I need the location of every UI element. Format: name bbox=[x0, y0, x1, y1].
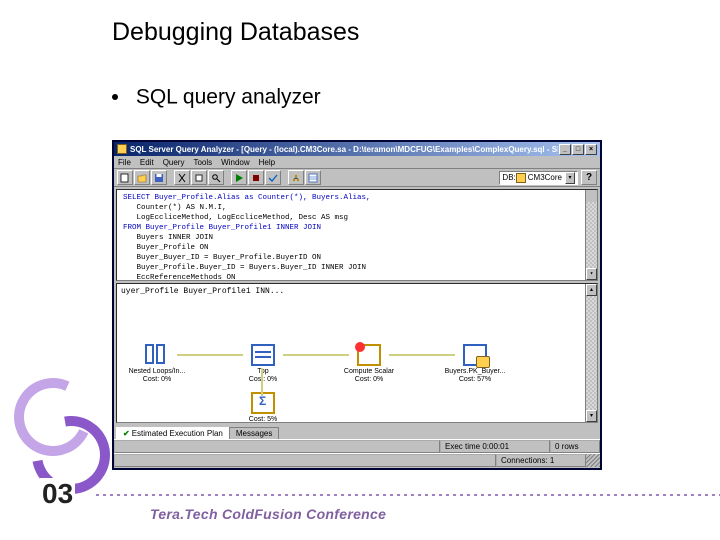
titlebar[interactable]: SQL Server Query Analyzer - [Query - (lo… bbox=[114, 142, 600, 156]
bullet-dot bbox=[112, 94, 118, 100]
table-icon bbox=[251, 344, 275, 366]
results-icon[interactable] bbox=[305, 170, 321, 185]
statusbar-2: Connections: 1 bbox=[114, 453, 600, 467]
plan-op-cost: Cost: 0% bbox=[333, 376, 405, 384]
menu-query[interactable]: Query bbox=[163, 158, 185, 167]
clear-icon[interactable] bbox=[191, 170, 207, 185]
parse-icon[interactable] bbox=[265, 170, 281, 185]
scalar-icon bbox=[357, 344, 381, 366]
plan-op-cost: Cost: 5% bbox=[227, 416, 299, 423]
status-blank2 bbox=[114, 454, 496, 467]
result-tabs: ✔Estimated Execution Plan Messages bbox=[116, 425, 598, 439]
plan-arrow bbox=[261, 368, 263, 396]
chevron-down-icon[interactable]: ▾ bbox=[565, 172, 575, 184]
menu-help[interactable]: Help bbox=[259, 158, 275, 167]
sql-line: Buyer_Buyer_ID = Buyer_Profile.BuyerID O… bbox=[123, 254, 321, 262]
sql-line: LogEccliceMethod, LogEccliceMethod, Desc… bbox=[123, 214, 348, 222]
bullet-text: SQL query analyzer bbox=[136, 85, 321, 108]
menubar: File Edit Query Tools Window Help bbox=[114, 156, 600, 169]
statusbar-1: Exec time 0:00:01 0 rows bbox=[114, 439, 600, 453]
check-icon: ✔ bbox=[123, 429, 130, 438]
slide-title: Debugging Databases bbox=[112, 18, 359, 47]
sql-line: Buyer_Profile.Buyer_ID = Buyers.Buyer_ID… bbox=[123, 264, 366, 272]
status-exec-time: Exec time 0:00:01 bbox=[440, 440, 550, 453]
seek-icon bbox=[463, 344, 487, 366]
find-icon[interactable] bbox=[208, 170, 224, 185]
plan-operator[interactable]: TopCost: 0% bbox=[227, 344, 299, 384]
sql-line: SELECT Buyer_Profile.Alias as Counter(*)… bbox=[123, 194, 371, 202]
stop-icon[interactable] bbox=[248, 170, 264, 185]
sql-editor[interactable]: SELECT Buyer_Profile.Alias as Counter(*)… bbox=[116, 189, 598, 281]
plan-header: uyer_Profile Buyer_Profile1 INN... bbox=[121, 287, 284, 296]
sql-line: EccReferenceMethods ON bbox=[123, 274, 236, 281]
slide: Debugging Databases SQL query analyzer S… bbox=[0, 0, 720, 540]
sql-line: FROM Buyer_Profile Buyer_Profile1 INNER … bbox=[123, 224, 321, 232]
status-blank bbox=[114, 440, 440, 453]
cut-icon[interactable] bbox=[174, 170, 190, 185]
logo-year: 03 bbox=[40, 478, 75, 510]
stream-icon bbox=[251, 392, 275, 414]
menu-tools[interactable]: Tools bbox=[193, 158, 212, 167]
menu-file[interactable]: File bbox=[118, 158, 131, 167]
status-connections: Connections: 1 bbox=[496, 454, 586, 467]
tab-execution-plan[interactable]: ✔Estimated Execution Plan bbox=[116, 427, 230, 439]
plan-op-cost: Cost: 0% bbox=[227, 376, 299, 384]
plan-scrollbar[interactable]: ▴ ▾ bbox=[585, 284, 597, 422]
database-select[interactable]: DB: CM3Core ▾ bbox=[499, 171, 578, 185]
sql-scrollbar[interactable]: ▴ ▾ bbox=[585, 190, 597, 280]
menu-window[interactable]: Window bbox=[221, 158, 249, 167]
app-icon bbox=[117, 144, 127, 154]
tab-messages[interactable]: Messages bbox=[229, 427, 279, 439]
tab-label: Messages bbox=[236, 429, 272, 438]
plan-op-name: Compute Scalar bbox=[333, 368, 405, 376]
resize-grip-icon[interactable] bbox=[586, 454, 600, 467]
footer-dotted-line bbox=[96, 494, 720, 496]
nested-icon bbox=[145, 344, 169, 366]
plan-icon[interactable] bbox=[288, 170, 304, 185]
sql-line: Buyers INNER JOIN bbox=[123, 234, 213, 242]
db-value: CM3Core bbox=[528, 173, 562, 182]
plan-operator[interactable]: Compute ScalarCost: 0% bbox=[333, 344, 405, 384]
plan-operator[interactable]: Cost: 5% bbox=[227, 392, 299, 423]
open-icon[interactable] bbox=[134, 170, 150, 185]
toolbar: DB: CM3Core ▾ ? bbox=[114, 169, 600, 187]
scroll-down-icon[interactable]: ▾ bbox=[586, 410, 597, 422]
status-rows: 0 rows bbox=[550, 440, 600, 453]
plan-arrow bbox=[177, 354, 243, 356]
plan-operator[interactable]: Buyers.PK_Buyer...Cost: 57% bbox=[439, 344, 511, 384]
menu-edit[interactable]: Edit bbox=[140, 158, 154, 167]
db-label: DB: bbox=[502, 173, 515, 182]
scroll-up-icon[interactable]: ▴ bbox=[586, 284, 597, 296]
sql-line: Counter(*) AS N.M.I, bbox=[123, 204, 227, 212]
close-button[interactable]: × bbox=[585, 144, 597, 155]
plan-arrow bbox=[389, 354, 455, 356]
titlebar-text: SQL Server Query Analyzer - [Query - (lo… bbox=[130, 145, 558, 154]
plan-op-name: Buyers.PK_Buyer... bbox=[439, 368, 511, 376]
bullet-row: SQL query analyzer bbox=[112, 85, 321, 109]
screenshot-window: SQL Server Query Analyzer - [Query - (lo… bbox=[112, 140, 602, 470]
execution-plan-pane[interactable]: uyer_Profile Buyer_Profile1 INN... Neste… bbox=[116, 283, 598, 423]
plan-op-name: Top bbox=[227, 368, 299, 376]
plan-op-cost: Cost: 0% bbox=[121, 376, 193, 384]
plan-arrow bbox=[283, 354, 349, 356]
cfun-logo: 03 bbox=[12, 370, 122, 520]
plan-operator[interactable]: Nested Loops/In...Cost: 0% bbox=[121, 344, 193, 384]
help-button[interactable]: ? bbox=[581, 170, 597, 185]
footer-brand: Tera.Tech ColdFusion Conference bbox=[150, 506, 386, 522]
sql-line: Buyer_Profile ON bbox=[123, 244, 209, 252]
scroll-down-icon[interactable]: ▾ bbox=[586, 268, 597, 280]
plan-op-name: Nested Loops/In... bbox=[121, 368, 193, 376]
tab-label: Estimated Execution Plan bbox=[132, 429, 223, 438]
run-icon[interactable] bbox=[231, 170, 247, 185]
minimize-button[interactable]: _ bbox=[559, 144, 571, 155]
save-icon[interactable] bbox=[151, 170, 167, 185]
new-icon[interactable] bbox=[117, 170, 133, 185]
database-icon bbox=[516, 173, 526, 183]
maximize-button[interactable]: □ bbox=[572, 144, 584, 155]
plan-op-cost: Cost: 57% bbox=[439, 376, 511, 384]
